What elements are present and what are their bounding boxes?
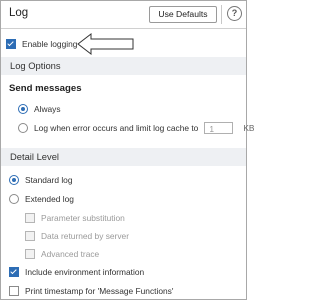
log-settings-panel: Log Use Defaults ? Enable logging Log Op… [0, 0, 255, 300]
include-env-option[interactable]: Include environment information [9, 265, 144, 279]
parameter-substitution-checkbox[interactable] [25, 213, 35, 223]
toolbar-divider [221, 5, 222, 24]
title-divider [1, 28, 246, 29]
log-cache-size-input[interactable]: 1 [204, 122, 234, 134]
extended-log-option[interactable]: Extended log [9, 192, 74, 206]
on-error-radio[interactable] [18, 123, 28, 133]
send-on-error-option[interactable]: Log when error occurs and limit log cach… [18, 121, 255, 135]
print-timestamp-checkbox[interactable] [9, 286, 19, 296]
print-timestamp-option[interactable]: Print timestamp for 'Message Functions' [9, 284, 173, 298]
include-env-checkbox[interactable] [9, 267, 19, 277]
standard-log-option[interactable]: Standard log [9, 173, 73, 187]
data-returned-checkbox[interactable] [25, 231, 35, 241]
parameter-substitution-option[interactable]: Parameter substitution [25, 211, 125, 225]
enable-logging-label: Enable logging [22, 39, 78, 49]
advanced-trace-option[interactable]: Advanced trace [25, 247, 99, 261]
print-timestamp-label: Print timestamp for 'Message Functions' [25, 286, 174, 296]
data-returned-label: Data returned by server [41, 231, 129, 241]
detail-level-header: Detail Level [1, 148, 246, 166]
data-returned-option[interactable]: Data returned by server [25, 229, 129, 243]
use-defaults-button[interactable]: Use Defaults [149, 6, 217, 23]
log-options-title: Log Options [10, 60, 61, 71]
advanced-trace-label: Advanced trace [41, 249, 100, 259]
extended-log-label: Extended log [25, 194, 74, 204]
log-cache-unit: KB [243, 123, 255, 133]
standard-log-label: Standard log [25, 175, 73, 185]
always-radio[interactable] [18, 104, 28, 114]
enable-logging-checkbox[interactable] [6, 39, 16, 49]
advanced-trace-checkbox[interactable] [25, 249, 35, 259]
on-error-label: Log when error occurs and limit log cach… [34, 123, 199, 133]
extended-log-radio[interactable] [9, 194, 19, 204]
standard-log-radio[interactable] [9, 175, 19, 185]
send-always-option[interactable]: Always [18, 102, 61, 116]
pointer-arrow-icon [77, 33, 134, 55]
send-messages-title: Send messages [9, 83, 82, 94]
help-icon[interactable]: ? [227, 6, 242, 21]
always-label: Always [34, 104, 61, 114]
enable-logging-row[interactable]: Enable logging [6, 37, 77, 51]
detail-level-title: Detail Level [10, 151, 59, 162]
parameter-substitution-label: Parameter substitution [41, 213, 125, 223]
title-bar: Log Use Defaults ? [1, 1, 246, 28]
page-title: Log [9, 7, 29, 19]
include-env-label: Include environment information [25, 267, 145, 277]
log-options-header: Log Options [1, 57, 246, 75]
